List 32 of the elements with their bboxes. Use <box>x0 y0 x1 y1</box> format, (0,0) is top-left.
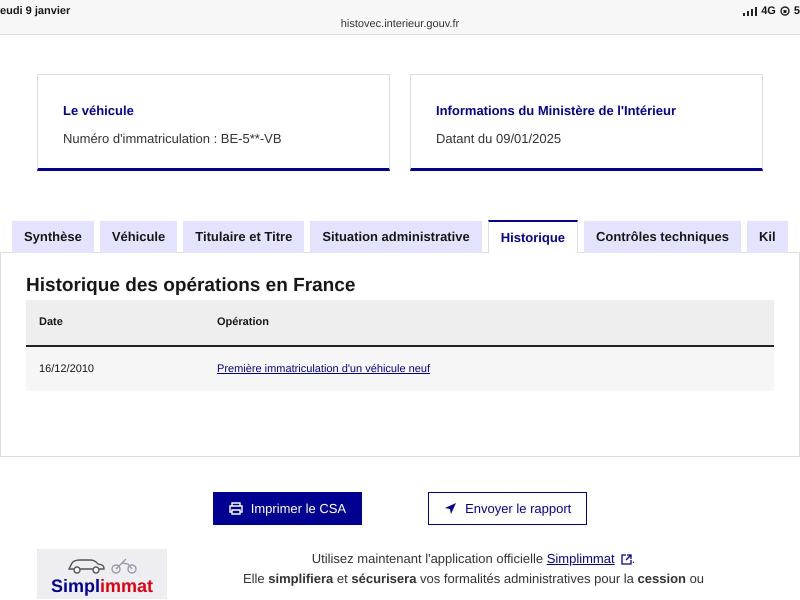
tab[interactable]: Véhicule <box>100 221 178 253</box>
simplimmat-link[interactable]: Simplimmat <box>546 551 615 566</box>
printer-icon <box>228 502 243 515</box>
send-report-button[interactable]: Envoyer le rapport <box>428 492 588 525</box>
lock-rotation-icon <box>780 6 790 16</box>
promo-text: Elle simplifiera et sécurisera vos formalités administratives pour la cession ou <box>242 571 704 586</box>
period-text: . <box>632 551 636 566</box>
card-title: Le véhicule <box>63 102 135 120</box>
tab[interactable]: Synthèse <box>12 221 94 253</box>
status-date: eudi 9 janvier <box>0 4 70 19</box>
tab[interactable]: Situation administrative <box>310 221 482 253</box>
print-button[interactable]: Imprimer le CSA <box>212 492 362 525</box>
network-label: 4G <box>761 4 776 19</box>
external-link-icon <box>620 554 632 566</box>
tab[interactable]: Titulaire et Titre <box>183 221 304 253</box>
card-text: Datant du 09/01/2025 <box>436 130 562 148</box>
url-text: histovec.interieur.gouv.fr <box>340 18 460 30</box>
column-header: Opération <box>204 300 774 346</box>
logo-text: Simplimmat <box>50 576 154 596</box>
column-header: Date <box>26 300 204 346</box>
card-title: Informations du Ministère de l'Intérieur <box>436 102 678 120</box>
operation-link[interactable]: Première immatriculation d'un véhicule neuf <box>217 362 430 375</box>
section-title: Historique des opérations en France <box>26 275 356 298</box>
tab[interactable]: Kil <box>746 221 788 253</box>
signal-icon <box>743 6 758 16</box>
send-icon <box>444 502 458 515</box>
table-cell: 16/12/2010 <box>39 362 94 375</box>
card-text: Numéro d'immatriculation : BE-5**-VB <box>63 130 282 148</box>
promo-text: Utilisez maintenant l'application officielle <box>312 551 544 566</box>
tab[interactable]: Contrôles techniques <box>584 221 741 253</box>
battery-text: 5 <box>794 4 800 19</box>
tab[interactable]: Historique <box>488 220 578 253</box>
